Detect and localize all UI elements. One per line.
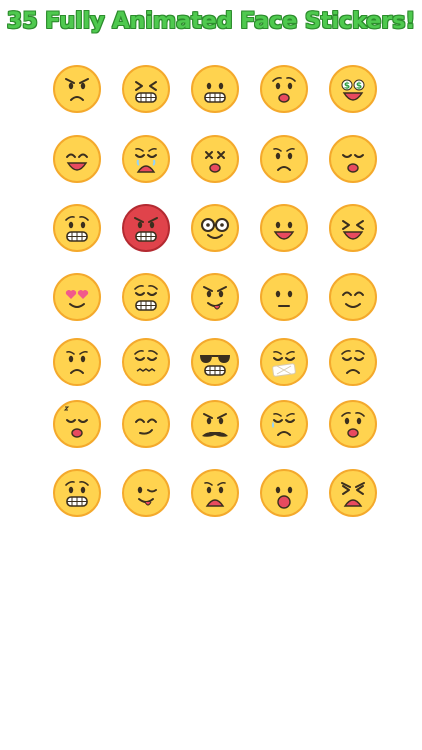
money-eyes-face-icon: $ $ xyxy=(328,64,378,114)
crying-face-icon xyxy=(121,134,171,184)
mustache-face-icon xyxy=(190,399,240,449)
sleepy-yawn-face-icon xyxy=(52,399,102,449)
neutral-face-icon xyxy=(259,272,309,322)
bandage-mouth-face-icon xyxy=(259,337,309,387)
sad-frown-face-icon xyxy=(259,134,309,184)
sweat-sad-face-icon xyxy=(259,399,309,449)
woozy-sick-face-icon xyxy=(328,134,378,184)
svg-text:$: $ xyxy=(356,82,362,92)
sticker-grid: $ $ xyxy=(0,0,422,750)
grimacing-face-icon xyxy=(190,64,240,114)
furious-yelling-face-icon xyxy=(328,468,378,518)
heart-eyes-face-icon xyxy=(52,272,102,322)
angry-frown-face-icon xyxy=(52,64,102,114)
anxious-teeth-face-icon xyxy=(121,272,171,322)
grinning-squint-face-icon xyxy=(121,64,171,114)
relieved-smile-face-icon xyxy=(328,272,378,322)
worried-open-mouth-face-icon xyxy=(190,468,240,518)
svg-text:$: $ xyxy=(344,82,350,92)
laughing-face-icon xyxy=(259,203,309,253)
smirk-tongue-face-icon xyxy=(190,272,240,322)
pensive-face-icon xyxy=(328,337,378,387)
surprised-worried-face-icon xyxy=(259,64,309,114)
red-angry-face-icon xyxy=(121,203,171,253)
nervous-teeth-face-icon xyxy=(52,203,102,253)
nerd-glasses-face-icon xyxy=(190,203,240,253)
scared-teeth-face-icon xyxy=(52,468,102,518)
squint-laugh-face-icon xyxy=(328,203,378,253)
frowning-face-icon xyxy=(52,337,102,387)
sunglasses-grin-face-icon xyxy=(190,337,240,387)
confounded-face-icon xyxy=(121,337,171,387)
dizzy-x-eyes-face-icon xyxy=(190,134,240,184)
shocked-face-icon xyxy=(328,399,378,449)
happy-open-mouth-face-icon xyxy=(52,134,102,184)
winking-tongue-face-icon xyxy=(121,468,171,518)
smirk-face-icon xyxy=(121,399,171,449)
amazed-face-icon xyxy=(259,468,309,518)
